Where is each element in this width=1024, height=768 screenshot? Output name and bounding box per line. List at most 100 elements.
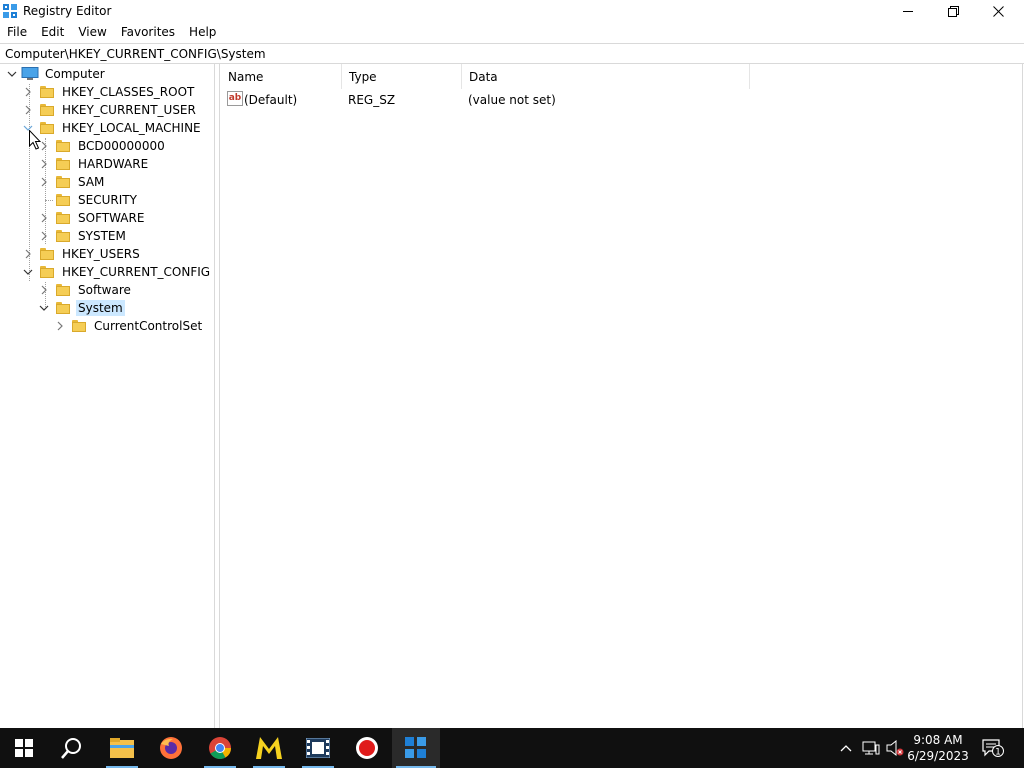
- start-button[interactable]: [0, 728, 48, 768]
- column-header-type[interactable]: Type: [342, 64, 462, 89]
- value-data: (value not set): [468, 93, 556, 107]
- chevron-up-icon: [840, 745, 852, 752]
- list-header: Name Type Data: [221, 64, 1024, 89]
- tree-node-label: HKEY_USERS: [62, 247, 140, 261]
- pane-splitter[interactable]: [215, 64, 220, 728]
- list-item[interactable]: ab (Default) REG_SZ (value not set): [221, 90, 1024, 109]
- tree-node-hardware[interactable]: HARDWARE: [38, 155, 150, 173]
- taskbar-file-explorer[interactable]: [98, 728, 146, 768]
- tree-node-system-hklm[interactable]: SYSTEM: [38, 227, 128, 245]
- menu-favorites[interactable]: Favorites: [114, 23, 182, 42]
- folder-icon: [72, 320, 86, 332]
- chevron-right-icon[interactable]: [38, 227, 50, 245]
- address-input[interactable]: [5, 47, 905, 61]
- chevron-right-icon[interactable]: [22, 101, 34, 119]
- tree-node-bcd00000000[interactable]: BCD00000000: [38, 137, 167, 155]
- tree-node-software-hkcc[interactable]: Software: [38, 281, 133, 299]
- notification-center-button[interactable]: 1: [978, 728, 1008, 768]
- chevron-right-icon[interactable]: [54, 317, 66, 335]
- tree-node-hkey-current-config[interactable]: HKEY_CURRENT_CONFIG: [22, 263, 212, 281]
- key-tree-pane[interactable]: Computer HKEY_CLASSES_ROOT HKEY_CURRENT_…: [0, 64, 215, 728]
- tree-node-software[interactable]: SOFTWARE: [38, 209, 146, 227]
- tree-node-label: Software: [78, 283, 131, 297]
- window-title: Registry Editor: [23, 4, 112, 18]
- taskbar-recorder[interactable]: [343, 728, 391, 768]
- mouse-cursor-icon: [29, 130, 41, 150]
- taskbar-m-app[interactable]: [245, 728, 293, 768]
- tree-node-label: HKEY_CURRENT_CONFIG: [62, 265, 211, 279]
- clock-time: 9:08 AM: [913, 733, 963, 747]
- restore-icon: [948, 6, 959, 17]
- minimize-button[interactable]: [886, 0, 931, 23]
- chevron-right-icon[interactable]: [38, 281, 50, 299]
- column-header-data[interactable]: Data: [462, 64, 750, 89]
- search-icon: [61, 738, 81, 759]
- tree-node-sam[interactable]: SAM: [38, 173, 106, 191]
- chevron-right-icon[interactable]: [38, 209, 50, 227]
- folder-icon: [56, 212, 70, 224]
- folder-icon: [56, 194, 70, 206]
- clock-date: 6/29/2023: [907, 749, 969, 763]
- chevron-right-icon[interactable]: [38, 155, 50, 173]
- taskbar-video-editor[interactable]: [294, 728, 342, 768]
- tree-node-label: SECURITY: [78, 193, 137, 207]
- video-editor-icon: [306, 738, 330, 758]
- menu-help[interactable]: Help: [182, 23, 223, 42]
- tree-node-hkey-users[interactable]: HKEY_USERS: [22, 245, 142, 263]
- menu-view[interactable]: View: [71, 23, 113, 42]
- tree-node-hkey-classes-root[interactable]: HKEY_CLASSES_ROOT: [22, 83, 196, 101]
- tree-node-system-hkcc[interactable]: System: [38, 299, 125, 317]
- restore-button[interactable]: [931, 0, 976, 23]
- tree-node-label: Computer: [45, 67, 105, 81]
- search-button[interactable]: [48, 728, 96, 768]
- chevron-right-icon[interactable]: [38, 173, 50, 191]
- system-clock[interactable]: 9:08 AM 6/29/2023: [900, 732, 976, 764]
- values-list-pane[interactable]: Name Type Data ab (Default) REG_SZ (valu…: [221, 64, 1024, 728]
- title-bar[interactable]: Registry Editor: [0, 0, 1024, 23]
- minimize-icon: [903, 11, 913, 12]
- taskbar-firefox[interactable]: [147, 728, 195, 768]
- close-button[interactable]: [976, 0, 1021, 23]
- taskbar: 9:08 AM 6/29/2023 1: [0, 728, 1024, 768]
- notification-count: 1: [995, 748, 1001, 758]
- registry-editor-icon: [405, 737, 426, 758]
- tree-node-label: HARDWARE: [78, 157, 149, 171]
- chevron-right-icon[interactable]: [22, 83, 34, 101]
- chevron-down-icon[interactable]: [22, 263, 34, 281]
- menu-edit[interactable]: Edit: [34, 23, 71, 42]
- chrome-icon: [209, 737, 231, 759]
- show-hidden-icons-button[interactable]: [836, 728, 856, 768]
- folder-icon: [40, 86, 54, 98]
- tree-node-label: SAM: [78, 175, 105, 189]
- tree-node-label: HKEY_LOCAL_MACHINE: [62, 121, 201, 135]
- chevron-down-icon[interactable]: [38, 299, 50, 317]
- window-border: [1022, 64, 1023, 728]
- tree-node-label: SOFTWARE: [78, 211, 145, 225]
- taskbar-chrome[interactable]: [196, 728, 244, 768]
- tree-node-label: HKEY_CLASSES_ROOT: [62, 85, 195, 99]
- tree-node-label-selected: System: [76, 300, 125, 316]
- tree-node-security[interactable]: SECURITY: [38, 191, 139, 209]
- value-type: REG_SZ: [348, 93, 396, 107]
- network-tray-button[interactable]: [860, 728, 882, 768]
- notification-icon: 1: [982, 739, 1004, 757]
- chevron-down-icon[interactable]: [6, 65, 18, 83]
- chevron-right-icon[interactable]: [22, 245, 34, 263]
- folder-icon: [40, 122, 54, 134]
- tree-node-label: SYSTEM: [78, 229, 126, 243]
- folder-open-icon: [56, 302, 70, 314]
- folder-icon: [40, 104, 54, 116]
- close-icon: [993, 6, 1004, 17]
- folder-icon: [40, 266, 54, 278]
- menu-bar: File Edit View Favorites Help: [0, 23, 1024, 42]
- file-explorer-icon: [110, 738, 134, 758]
- tree-node-hkey-local-machine[interactable]: HKEY_LOCAL_MACHINE: [22, 119, 203, 137]
- taskbar-registry-editor[interactable]: [392, 728, 440, 768]
- tree-node-computer[interactable]: Computer: [6, 65, 107, 83]
- column-header-name[interactable]: Name: [221, 64, 342, 89]
- tree-node-hkey-current-user[interactable]: HKEY_CURRENT_USER: [22, 101, 198, 119]
- menu-file[interactable]: File: [0, 23, 34, 42]
- computer-icon: [21, 67, 39, 80]
- tree-node-currentcontrolset[interactable]: CurrentControlSet: [54, 317, 204, 335]
